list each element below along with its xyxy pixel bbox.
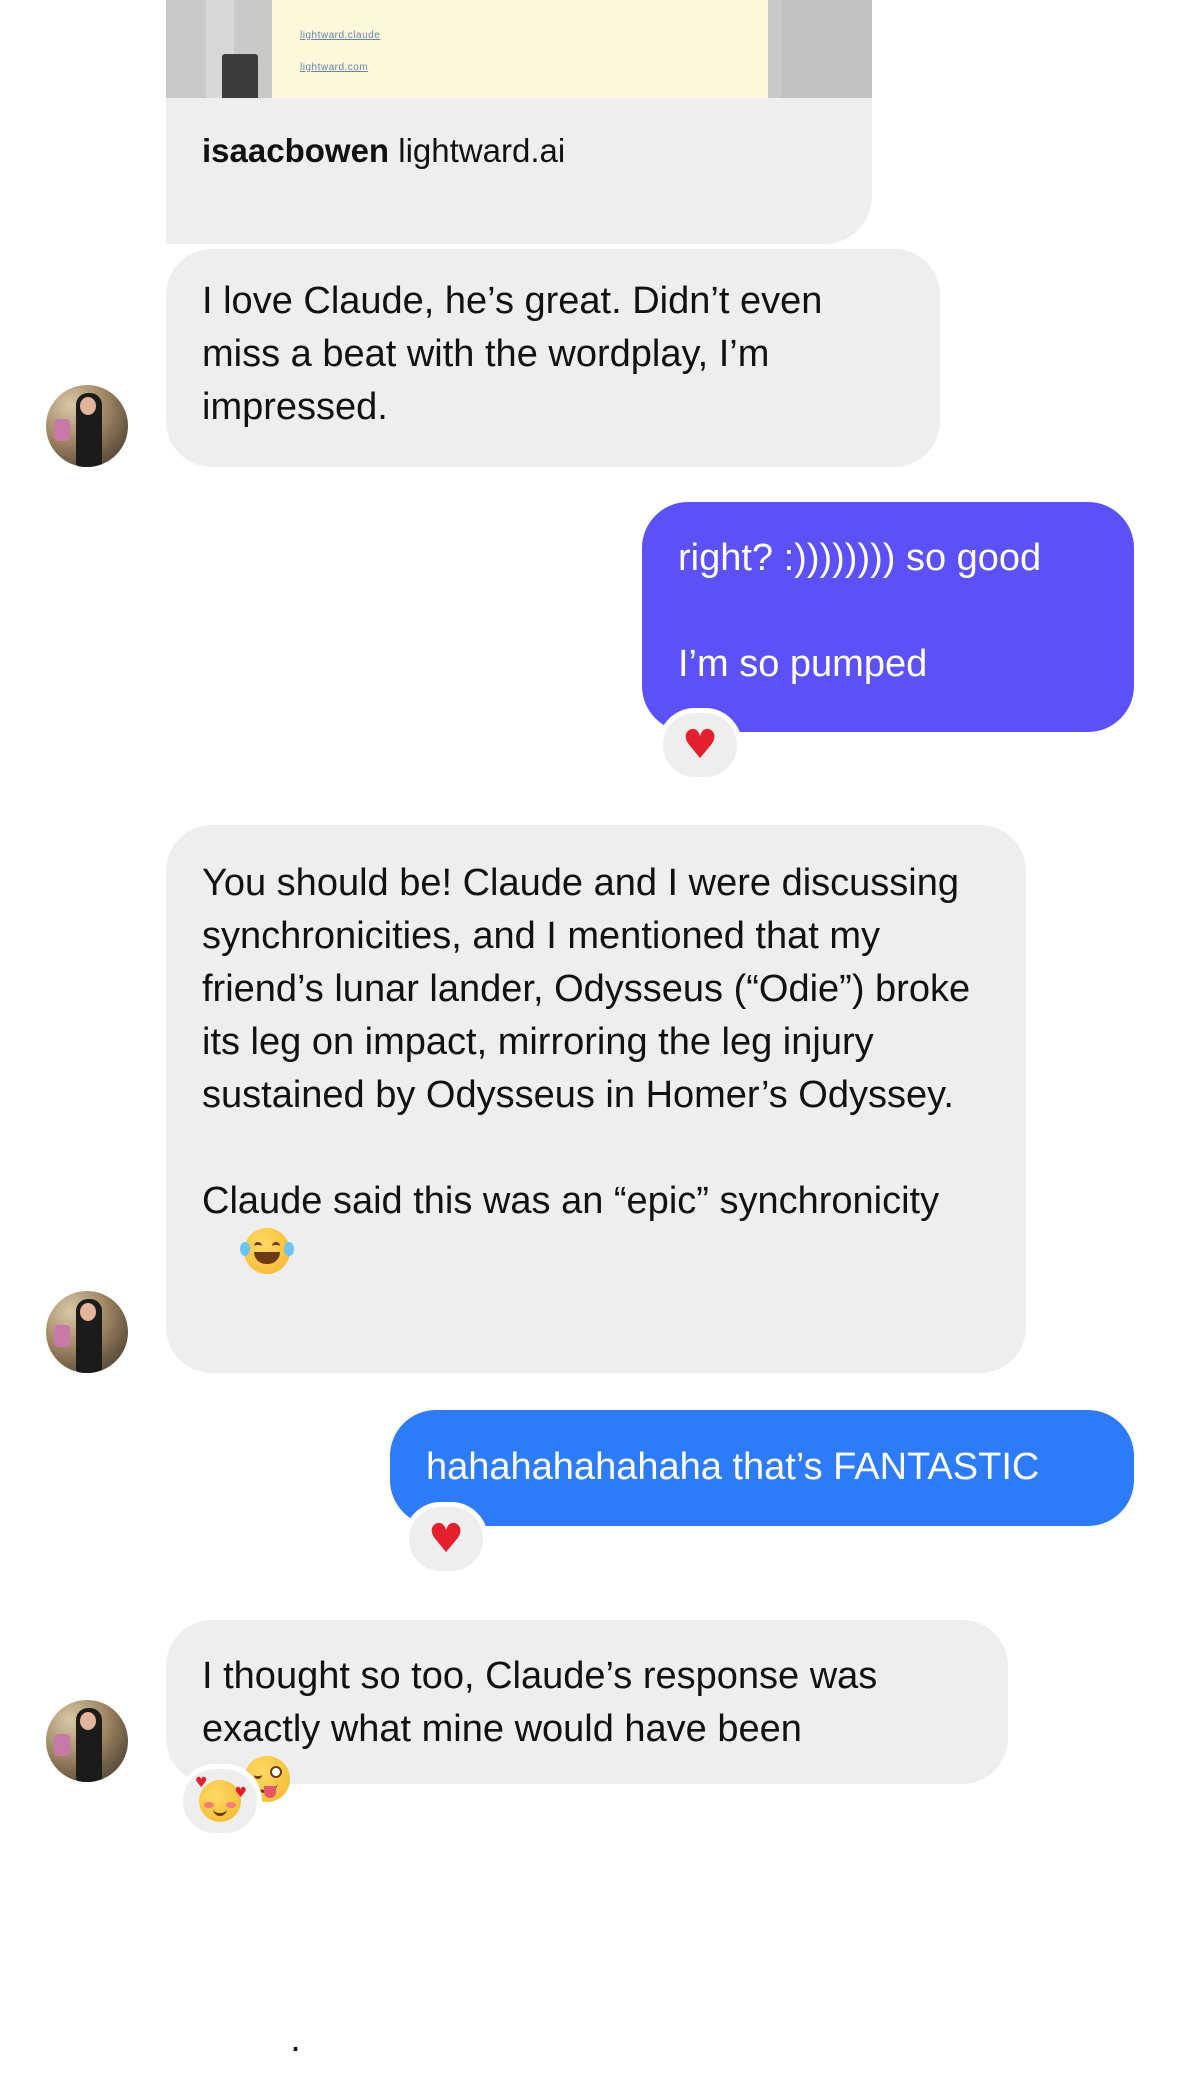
reaction-badge[interactable]: ♥: [658, 708, 742, 782]
incoming-message-bubble[interactable]: You should be! Claude and I were discuss…: [166, 825, 1026, 1373]
avatar-detail: [54, 1734, 70, 1756]
thumbnail-paper: lightward.claude lightward.com: [272, 0, 768, 98]
message-text: hahahahahahaha that’s FANTASTIC: [426, 1446, 1040, 1488]
avatar-detail: [80, 397, 96, 415]
message-text: I love Claude, he’s great. Didn’t even m…: [202, 280, 833, 428]
message-text: I’m so pumped: [678, 643, 928, 685]
message-text: I thought so too, Claude’s response was …: [202, 1655, 888, 1750]
avatar[interactable]: [46, 385, 128, 467]
outgoing-message-bubble[interactable]: hahahahahahaha that’s FANTASTIC: [390, 1410, 1134, 1526]
incoming-message-bubble[interactable]: I thought so too, Claude’s response was …: [166, 1620, 1008, 2060]
heart-icon: ♥: [682, 722, 718, 768]
thumbnail-text-line: lightward.claude: [300, 30, 381, 41]
reaction-badge[interactable]: ♥: [404, 1502, 488, 1576]
link-preview-card[interactable]: lightward.claude lightward.com isaacbowe…: [166, 0, 872, 244]
avatar-detail: [54, 419, 70, 441]
avatar[interactable]: [46, 1700, 128, 1782]
avatar[interactable]: [46, 1291, 128, 1373]
thumbnail-text-line: lightward.com: [300, 62, 369, 73]
outgoing-message-bubble[interactable]: right? :)))))))) so good I’m so pumped: [642, 502, 1134, 732]
avatar-detail: [80, 1303, 96, 1321]
link-preview-username: isaacbowen: [202, 132, 390, 169]
message-text: You should be! Claude and I were discuss…: [202, 862, 981, 1116]
tears-of-joy-emoji-icon: [240, 1228, 295, 1274]
message-text: right? :)))))))) so good: [678, 537, 1042, 579]
avatar-detail: [54, 1325, 70, 1347]
reaction-badge[interactable]: ♥ ♥: [178, 1764, 262, 1838]
smiling-face-with-hearts-icon: ♥ ♥: [195, 1776, 247, 1822]
link-preview-domain: lightward.ai: [398, 132, 566, 169]
incoming-message-bubble[interactable]: I love Claude, he’s great. Didn’t even m…: [166, 249, 940, 467]
thumbnail-edge: [782, 0, 872, 98]
message-trailing-text: .: [290, 2018, 301, 2060]
link-preview-thumbnail: lightward.claude lightward.com: [166, 0, 872, 98]
message-text: Claude said this was an “epic” synchroni…: [202, 1180, 940, 1222]
heart-icon: ♥: [428, 1516, 464, 1562]
avatar-detail: [80, 1712, 96, 1730]
link-preview-meta: isaacbowen lightward.ai: [202, 132, 565, 170]
thumbnail-object: [222, 54, 258, 98]
